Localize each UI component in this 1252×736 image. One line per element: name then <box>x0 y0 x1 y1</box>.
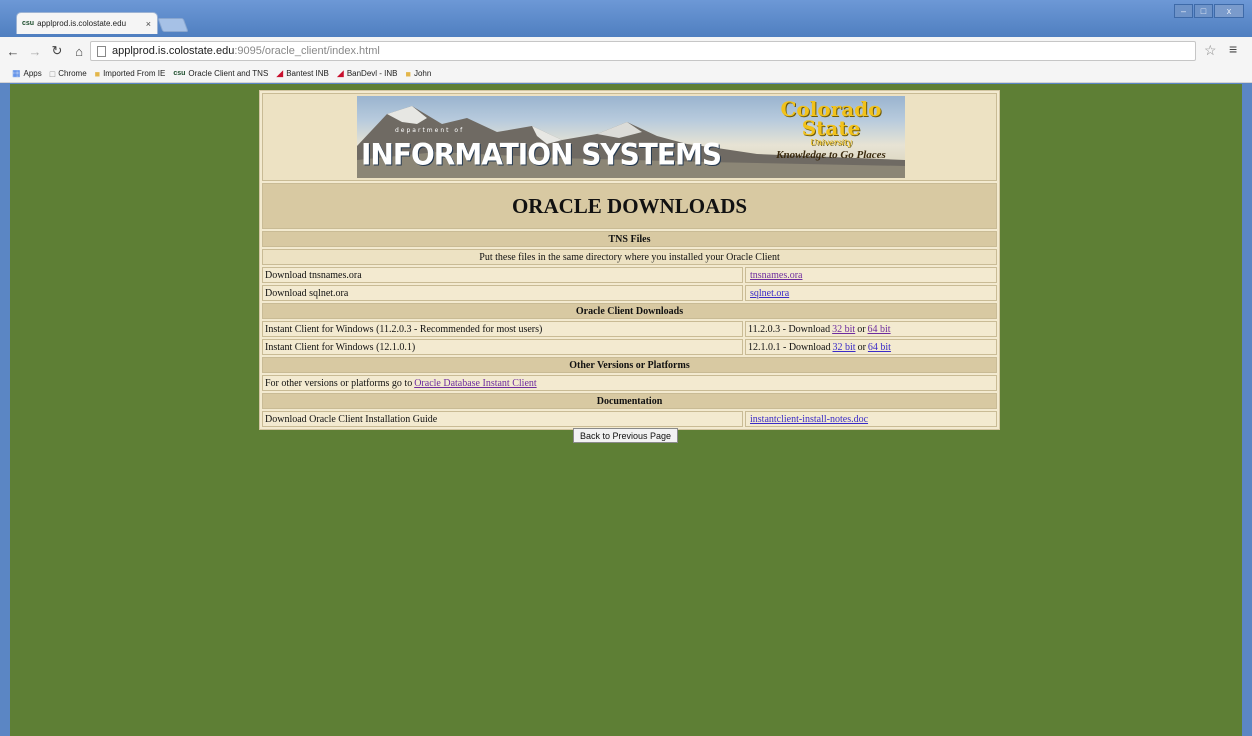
bookmark-apps[interactable]: ▦ Apps <box>12 68 42 79</box>
tab-close-icon[interactable]: × <box>146 19 157 29</box>
install-notes-link[interactable]: instantclient-install-notes.doc <box>750 414 868 425</box>
folder-icon: ■ <box>405 68 411 79</box>
tab-active[interactable]: csu applprod.is.colostate.edu × <box>16 12 158 34</box>
flag-icon: ◢ <box>336 68 344 78</box>
bookmark-john[interactable]: ■ John <box>406 69 432 79</box>
bookmark-label: John <box>413 69 432 78</box>
bookmarks-bar: ▦ Apps □ Chrome ■ Imported From IE csu Oracl… <box>0 65 1252 83</box>
bookmark-label: BanDevl - INB <box>346 69 398 78</box>
table-row: Instant Client for Windows (12.1.0.1) 12… <box>262 339 997 355</box>
csu-logo: Colorado State University Knowledge to G… <box>761 99 901 176</box>
bookmark-star-icon[interactable]: ☆ <box>1204 42 1217 59</box>
title-bar: csu applprod.is.colostate.edu × ‒ □ x <box>0 0 1252 37</box>
table-row: Instant Client for Windows (11.2.0.3 - R… <box>262 321 997 337</box>
back-arrow-icon[interactable]: ← <box>4 42 22 60</box>
csu-logo-line3: University <box>810 138 852 147</box>
row-label: Download tnsnames.ora <box>262 267 743 283</box>
reload-icon[interactable]: ↻ <box>48 42 66 60</box>
banner-image: department of INFORMATION SYSTEMS Colora… <box>357 96 905 178</box>
url-path: :9095/oracle_client/index.html <box>234 45 380 57</box>
other-versions-cell: For other versions or platforms go to Or… <box>262 375 997 391</box>
apps-grid-icon: ▦ <box>12 68 21 78</box>
bookmark-imported-from-ie[interactable]: ■ Imported From IE <box>95 69 166 79</box>
csu-favicon-icon: csu <box>22 20 35 27</box>
banner-department-label: department of <box>395 127 465 134</box>
bookmark-bandevl[interactable]: ◢ BanDevl - INB <box>337 68 398 79</box>
download-32bit-link[interactable]: 32 bit <box>832 324 855 335</box>
download-32bit-link[interactable]: 32 bit <box>833 342 856 353</box>
page-viewport: department of INFORMATION SYSTEMS Colora… <box>10 84 1242 736</box>
tnsnames-link[interactable]: tnsnames.ora <box>750 270 803 281</box>
banner-cell: department of INFORMATION SYSTEMS Colora… <box>262 93 997 181</box>
sqlnet-link[interactable]: sqlnet.ora <box>750 288 789 299</box>
table-row: Download Oracle Client Installation Guid… <box>262 411 997 427</box>
tns-note: Put these files in the same directory wh… <box>262 249 997 265</box>
back-to-previous-page-button[interactable]: Back to Previous Page <box>573 428 679 443</box>
banner-department-name: INFORMATION SYSTEMS <box>361 137 722 172</box>
other-versions-text: For other versions or platforms go to <box>265 377 413 389</box>
download-64bit-link[interactable]: 64 bit <box>868 342 891 353</box>
bookmark-bantest[interactable]: ◢ Bantest INB <box>276 68 329 79</box>
instant-client-link[interactable]: Oracle Database Instant Client <box>414 378 536 389</box>
version-prefix: 12.1.0.1 - Download <box>748 341 831 353</box>
row-label: Download Oracle Client Installation Guid… <box>262 411 743 427</box>
row-link-cell: sqlnet.ora <box>745 285 997 301</box>
page-icon <box>97 45 106 57</box>
folder-icon: ■ <box>94 68 101 79</box>
title-cell: ORACLE DOWNLOADS <box>262 183 997 229</box>
row-link-cell: tnsnames.ora <box>745 267 997 283</box>
bookmark-oracle-client[interactable]: csu Oracle Client and TNS <box>173 69 268 78</box>
address-bar[interactable]: applprod.is.colostate.edu:9095/oracle_cl… <box>90 41 1196 61</box>
bookmark-label: Chrome <box>58 69 87 78</box>
page-title: ORACLE DOWNLOADS <box>511 193 748 218</box>
forward-arrow-icon[interactable]: → <box>26 42 44 60</box>
home-icon[interactable]: ⌂ <box>70 42 88 60</box>
table-row: Download sqlnet.ora sqlnet.ora <box>262 285 997 301</box>
bookmark-label: Apps <box>23 69 42 78</box>
close-button[interactable]: x <box>1214 4 1244 18</box>
download-64bit-link[interactable]: 64 bit <box>868 324 891 335</box>
bookmark-label: Bantest INB <box>286 69 329 78</box>
downloads-table: department of INFORMATION SYSTEMS Colora… <box>259 90 1000 430</box>
row-label: Download sqlnet.ora <box>262 285 743 301</box>
link-separator: or <box>857 323 866 335</box>
row-link-cell: instantclient-install-notes.doc <box>745 411 997 427</box>
csu-logo-line2: State <box>801 116 861 140</box>
section-header-client: Oracle Client Downloads <box>262 303 997 319</box>
table-row: For other versions or platforms go to Or… <box>262 375 997 391</box>
bookmark-label: Oracle Client and TNS <box>188 69 269 78</box>
minimize-button[interactable]: ‒ <box>1174 4 1193 18</box>
maximize-button[interactable]: □ <box>1194 4 1213 18</box>
window-controls: ‒ □ x <box>1174 4 1244 18</box>
bookmark-label: Imported From IE <box>103 69 166 78</box>
row-link-cell: 12.1.0.1 - Download 32 bit or 64 bit <box>745 339 997 355</box>
row-label: Instant Client for Windows (11.2.0.3 - R… <box>262 321 743 337</box>
section-header-tns: TNS Files <box>262 231 997 247</box>
section-header-other: Other Versions or Platforms <box>262 357 997 373</box>
browser-toolbar: ← → ↻ ⌂ applprod.is.colostate.edu:9095/o… <box>0 37 1252 65</box>
browser-window: csu applprod.is.colostate.edu × ‒ □ x ← … <box>0 0 1252 736</box>
flag-icon: ◢ <box>276 68 284 78</box>
menu-icon[interactable]: ≡ <box>1229 41 1237 57</box>
csu-tagline: Knowledge to Go Places <box>776 149 886 161</box>
row-label: Instant Client for Windows (12.1.0.1) <box>262 339 743 355</box>
version-prefix: 11.2.0.3 - Download <box>748 323 831 335</box>
tab-title: applprod.is.colostate.edu <box>37 19 127 28</box>
csu-favicon-icon: csu <box>173 70 186 77</box>
section-header-docs: Documentation <box>262 393 997 409</box>
page-icon: □ <box>49 68 56 79</box>
bookmark-chrome[interactable]: □ Chrome <box>50 69 87 79</box>
new-tab-button[interactable] <box>157 18 189 32</box>
table-row: Download tnsnames.ora tnsnames.ora <box>262 267 997 283</box>
link-separator: or <box>857 341 866 353</box>
row-link-cell: 11.2.0.3 - Download 32 bit or 64 bit <box>745 321 997 337</box>
url-host: applprod.is.colostate.edu <box>112 45 235 57</box>
